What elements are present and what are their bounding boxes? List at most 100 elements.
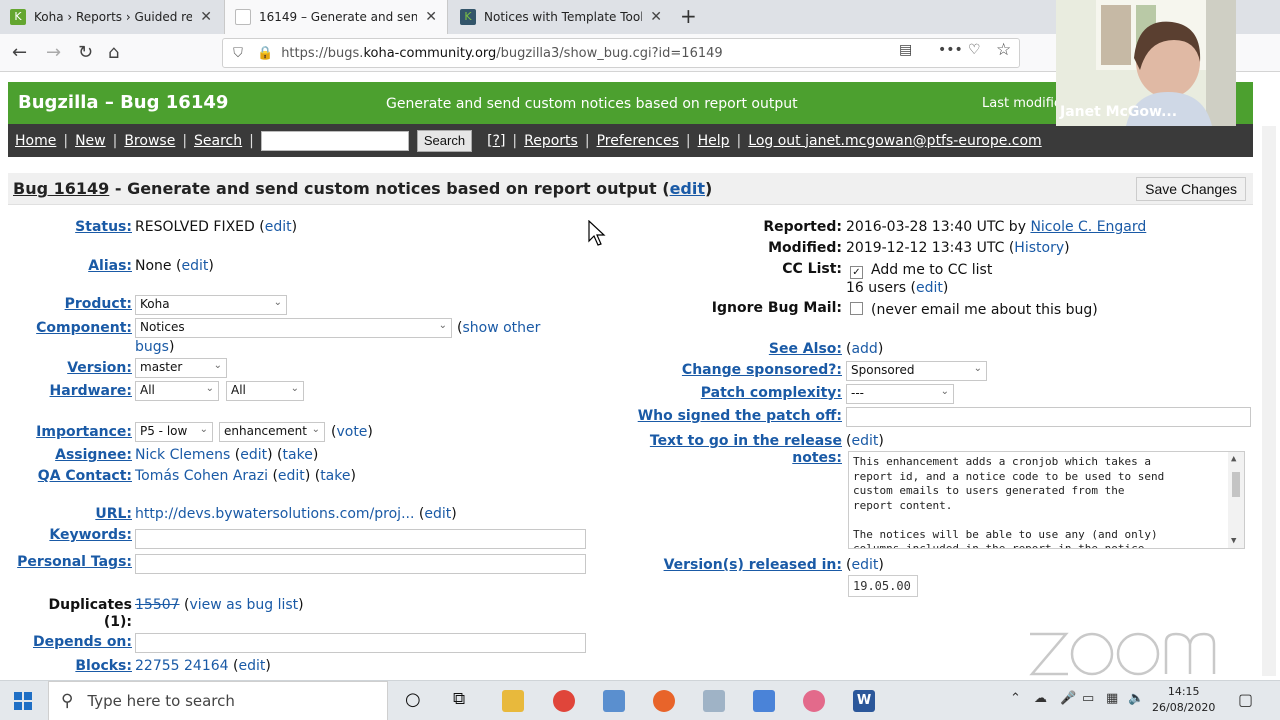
edit-release-notes-link[interactable]: edit xyxy=(851,433,878,449)
version-label[interactable]: Version: xyxy=(30,360,132,376)
severity-select[interactable]: enhancement ⌄ xyxy=(219,422,325,442)
reload-icon[interactable]: ↻ xyxy=(78,42,93,63)
keywords-input[interactable] xyxy=(135,529,586,549)
scroll-up-icon[interactable]: ▲ xyxy=(1231,452,1236,467)
tray-chevron-icon[interactable]: ⌃ xyxy=(1010,691,1021,706)
version-select[interactable]: master ⌄ xyxy=(135,358,227,378)
scroll-down-icon[interactable]: ▼ xyxy=(1231,534,1236,549)
version-released-value[interactable]: 19.05.00 xyxy=(848,575,918,597)
release-notes-textarea[interactable]: This enhancement adds a cronjob which ta… xyxy=(848,451,1245,549)
tab-bug-16149[interactable]: 16149 – Generate and send cu ✕ xyxy=(224,0,448,34)
firefox-icon[interactable] xyxy=(653,690,675,712)
show-other-bugs-link[interactable]: show other xyxy=(462,320,540,336)
depends-on-label[interactable]: Depends on: xyxy=(20,634,132,650)
word-icon[interactable]: W xyxy=(853,690,875,712)
edit-cc-link[interactable]: edit xyxy=(916,280,943,296)
url-label[interactable]: URL: xyxy=(30,506,132,522)
view-bug-list-link[interactable]: view as bug list xyxy=(189,597,298,613)
scrollbar[interactable]: ▲ ▼ xyxy=(1228,452,1244,548)
edit-status-link[interactable]: edit xyxy=(265,219,292,235)
tab-koha-reports[interactable]: K Koha › Reports › Guided repor ✕ xyxy=(0,0,222,34)
edit-qa-link[interactable]: edit xyxy=(278,468,305,484)
see-also-label[interactable]: See Also: xyxy=(700,341,842,357)
nav-new-link[interactable]: New xyxy=(75,133,106,149)
change-sponsored-label[interactable]: Change sponsored?: xyxy=(660,362,842,378)
windows-start-icon[interactable] xyxy=(14,692,32,710)
blocks-label[interactable]: Blocks: xyxy=(30,658,132,674)
nav-search-link[interactable]: Search xyxy=(194,133,242,149)
qa-contact-link[interactable]: Tomás Cohen Arazi xyxy=(135,468,268,484)
vote-link[interactable]: vote xyxy=(336,424,367,440)
blocks-bug-link-2[interactable]: 24164 xyxy=(184,658,229,674)
task-view-icon[interactable]: ⧉ xyxy=(453,689,465,709)
taskbar-search-box[interactable]: ⚲ Type here to search xyxy=(48,681,388,720)
tab-notices-template[interactable]: K Notices with Template Toolkit ✕ xyxy=(450,0,672,34)
personal-tags-label[interactable]: Personal Tags: xyxy=(5,554,132,570)
reporter-link[interactable]: Nicole C. Engard xyxy=(1030,219,1146,235)
nav-home-link[interactable]: Home xyxy=(15,133,56,149)
bug-url-link[interactable]: http://devs.bywatersolutions.com/proj... xyxy=(135,506,414,522)
qa-contact-label[interactable]: QA Contact: xyxy=(20,468,132,484)
close-tab-icon[interactable]: ✕ xyxy=(425,9,437,25)
depends-on-input[interactable] xyxy=(135,633,586,653)
home-icon[interactable]: ⌂ xyxy=(108,42,119,63)
microphone-icon[interactable]: 🎤 xyxy=(1060,691,1076,706)
importance-label[interactable]: Importance: xyxy=(20,424,132,440)
take-assignee-link[interactable]: take xyxy=(283,447,313,463)
volume-icon[interactable]: 🔈 xyxy=(1128,691,1144,706)
keywords-label[interactable]: Keywords: xyxy=(20,527,132,543)
personal-tags-input[interactable] xyxy=(135,554,586,574)
add-see-also-link[interactable]: add xyxy=(851,341,877,357)
bookmark-star-icon[interactable]: ☆ xyxy=(996,40,1011,60)
page-scrollbar[interactable] xyxy=(1262,126,1276,676)
nav-logout-link[interactable]: Log out janet.mcgowan@ptfs-europe.com xyxy=(748,133,1041,149)
search-button[interactable]: Search xyxy=(416,129,473,152)
close-tab-icon[interactable]: ✕ xyxy=(650,9,662,25)
network-app-icon[interactable] xyxy=(603,690,625,712)
new-tab-icon[interactable]: + xyxy=(680,4,697,28)
cc-add-checkbox[interactable]: ✓ xyxy=(850,266,863,279)
version-released-label[interactable]: Version(s) released in: xyxy=(620,557,842,573)
assignee-link[interactable]: Nick Clemens xyxy=(135,447,230,463)
nav-browse-link[interactable]: Browse xyxy=(124,133,175,149)
signed-off-input[interactable] xyxy=(846,407,1251,427)
nav-help-link[interactable]: Help xyxy=(698,133,730,149)
signed-off-label[interactable]: Who signed the patch off: xyxy=(620,408,842,424)
edit-assignee-link[interactable]: edit xyxy=(240,447,267,463)
nav-reports-link[interactable]: Reports xyxy=(524,133,578,149)
quick-search-input[interactable] xyxy=(260,130,409,151)
hardware-select[interactable]: All ⌄ xyxy=(135,381,219,401)
edit-alias-link[interactable]: edit xyxy=(181,258,208,274)
patch-complexity-select[interactable]: --- ⌄ xyxy=(846,384,954,404)
edit-title-link[interactable]: edit xyxy=(670,179,705,198)
nav-preferences-link[interactable]: Preferences xyxy=(597,133,679,149)
more-actions-icon[interactable]: ••• xyxy=(938,42,963,58)
sponsored-select[interactable]: Sponsored ⌄ xyxy=(846,361,987,381)
component-label[interactable]: Component: xyxy=(20,320,132,336)
bug-id-link[interactable]: Bug 16149 xyxy=(13,179,109,198)
product-label[interactable]: Product: xyxy=(30,296,132,312)
os-select[interactable]: All ⌄ xyxy=(226,381,304,401)
product-select[interactable]: Koha ⌄ xyxy=(135,295,287,315)
notifications-icon[interactable]: ▢ xyxy=(1238,690,1253,709)
show-other-bugs-link-2[interactable]: bugs xyxy=(135,339,169,355)
edit-blocks-link[interactable]: edit xyxy=(238,658,265,674)
battery-icon[interactable]: ▭ xyxy=(1082,691,1094,706)
search-help-link[interactable]: [?] xyxy=(487,133,505,149)
edit-url-link[interactable]: edit xyxy=(424,506,451,522)
release-notes-label[interactable]: Text to go in the release xyxy=(620,433,842,449)
forward-icon[interactable]: → xyxy=(46,42,61,63)
take-qa-link[interactable]: take xyxy=(320,468,350,484)
status-label[interactable]: Status: xyxy=(60,219,132,235)
alias-label[interactable]: Alias: xyxy=(60,258,132,274)
pocket-icon[interactable]: ♡ xyxy=(968,42,981,58)
file-explorer-icon[interactable] xyxy=(502,690,524,712)
reader-view-icon[interactable]: ▤ xyxy=(899,42,912,58)
chrome-icon[interactable] xyxy=(553,690,575,712)
system-clock[interactable]: 14:15 26/08/2020 xyxy=(1152,684,1215,716)
assignee-label[interactable]: Assignee: xyxy=(20,447,132,463)
back-icon[interactable]: ← xyxy=(12,42,27,63)
save-changes-button[interactable]: Save Changes xyxy=(1136,177,1246,201)
patch-complexity-label[interactable]: Patch complexity: xyxy=(660,385,842,401)
ignore-mail-checkbox[interactable] xyxy=(850,302,863,315)
